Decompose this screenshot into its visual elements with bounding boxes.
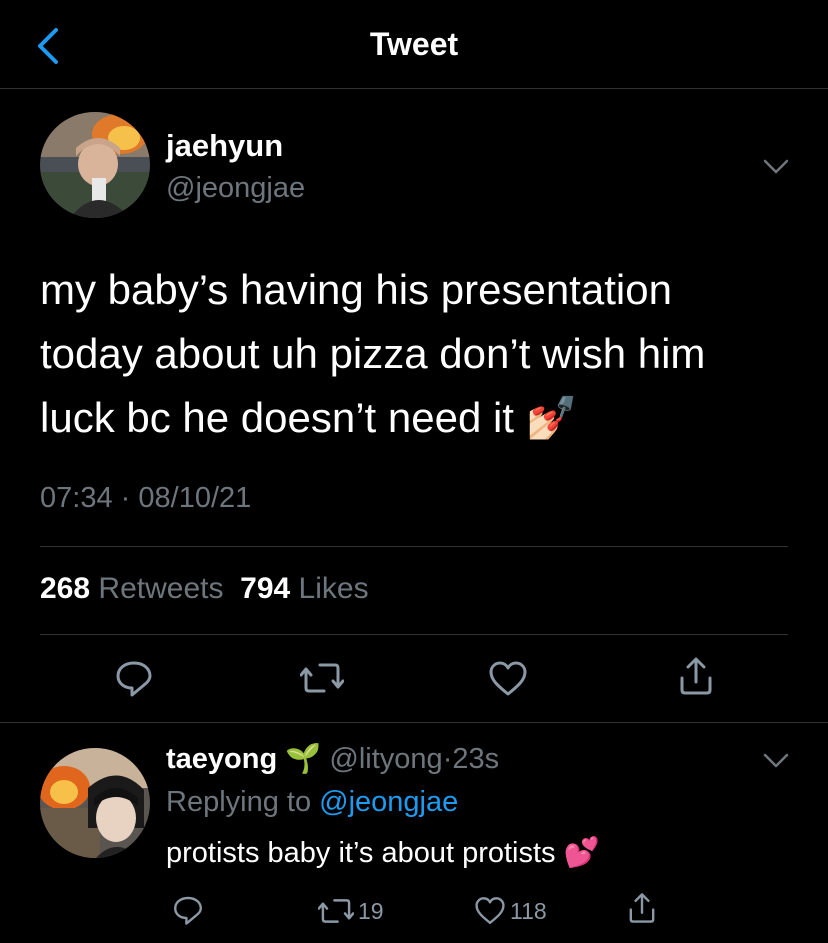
page-title: Tweet (369, 26, 459, 62)
retweet-button[interactable] (300, 660, 344, 696)
like-button[interactable]: 118 (474, 896, 547, 926)
retweets-stat[interactable]: 268 Retweets (40, 572, 223, 605)
reply-icon (174, 896, 202, 925)
share-button[interactable] (626, 892, 658, 924)
tweet-text-line: today about uh pizza don’t wish him (40, 330, 706, 377)
reply-button[interactable] (172, 894, 204, 926)
seedling-emoji: 🌱 (285, 743, 322, 775)
reply-header: taeyong 🌱 @lityong·23s (166, 742, 499, 776)
avatar[interactable] (40, 112, 150, 218)
divider (40, 634, 788, 635)
tweet-text-line: my baby’s having his presentation (40, 266, 672, 313)
share-button[interactable] (676, 656, 716, 696)
reply-age: 23s (452, 743, 500, 775)
retweet-count: 19 (358, 897, 384, 924)
replying-to-handle[interactable]: @jeongjae (319, 786, 458, 818)
like-button[interactable] (488, 660, 528, 698)
retweet-icon (300, 663, 344, 693)
retweet-button[interactable]: 19 (318, 896, 384, 926)
divider (0, 722, 828, 723)
tweet-date: 08/10/21 (138, 482, 252, 514)
reply-author-name[interactable]: taeyong (166, 743, 277, 775)
tweet-stats: 268 Retweets 794 Likes (40, 572, 369, 606)
share-icon (629, 893, 655, 923)
tweet-time: 07:34 (40, 482, 113, 514)
chevron-down-icon[interactable] (762, 158, 790, 176)
top-bar: Tweet (0, 0, 828, 89)
tweet-text-line: luck bc he doesn’t need it 💅🏻 (40, 386, 800, 450)
reply-text: protists baby it’s about protists 💕 (166, 836, 600, 870)
tweet-text: my baby’s having his presentation today … (40, 258, 800, 450)
heart-icon (475, 897, 505, 925)
like-count: 118 (510, 897, 547, 924)
tweet-timestamp: 07:34 · 08/10/21 (40, 482, 251, 515)
reply-button[interactable] (114, 658, 154, 698)
author-name[interactable]: jaehyun (166, 128, 283, 164)
replying-to: Replying to @jeongjae (166, 786, 458, 819)
heart-icon (489, 661, 527, 696)
likes-stat[interactable]: 794 Likes (240, 572, 368, 605)
reply-text-content: protists baby it’s about protists (166, 837, 556, 869)
reply-author-handle[interactable]: @lityong (329, 743, 442, 775)
nail-polish-emoji: 💅🏻 (525, 394, 578, 441)
retweet-count: 268 (40, 572, 91, 605)
like-count: 794 (240, 572, 291, 605)
replying-to-label: Replying to (166, 786, 312, 818)
chevron-down-icon[interactable] (762, 752, 790, 770)
divider (40, 546, 788, 547)
meta-separator: · (120, 482, 131, 514)
hearts-emoji: 💕 (563, 837, 600, 869)
author-handle[interactable]: @jeongjae (166, 172, 305, 205)
meta-separator: · (442, 743, 453, 775)
retweet-icon (318, 899, 354, 923)
retweets-label: Retweets (98, 572, 224, 605)
reply-icon (116, 661, 152, 697)
avatar[interactable] (40, 748, 150, 858)
likes-label: Likes (298, 572, 369, 605)
share-icon (680, 657, 712, 695)
tweet-text-last-line: luck bc he doesn’t need it (40, 394, 514, 441)
